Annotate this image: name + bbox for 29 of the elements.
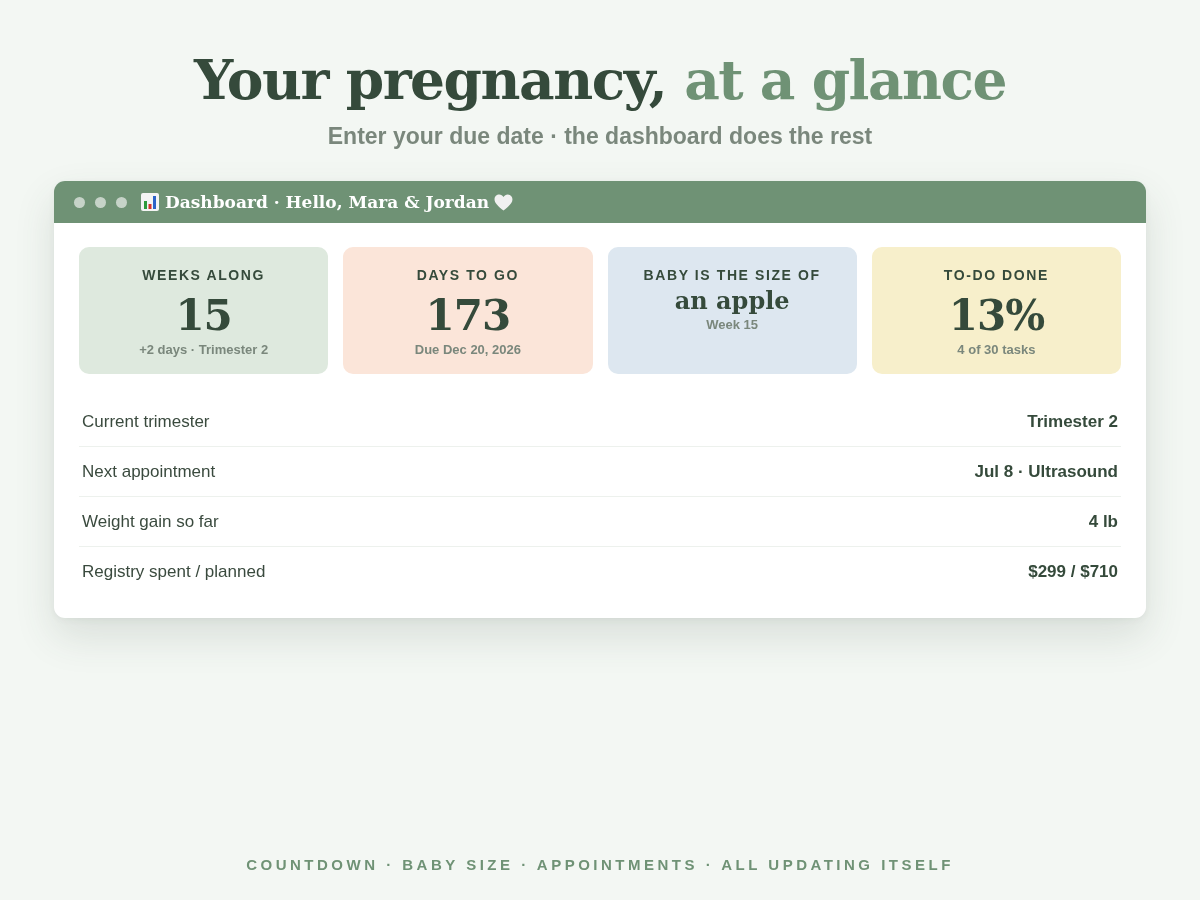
card-label: DAYS TO GO	[416, 266, 520, 284]
row-value: $299 / $710	[1028, 561, 1118, 582]
window-dot-icon	[116, 196, 127, 208]
heart-icon	[494, 193, 514, 211]
row-label: Weight gain so far	[82, 511, 219, 532]
row-value: 4 lb	[1088, 511, 1118, 532]
window-title: Dashboard · Hello, Mara & Jordan	[165, 192, 490, 212]
card-value: 173	[425, 291, 511, 341]
card-note: Due Dec 20, 2026	[414, 342, 521, 358]
row-label: Registry spent / planned	[82, 561, 266, 582]
window-dot-icon	[74, 196, 85, 208]
card-note: +2 days · Trimester 2	[139, 342, 269, 358]
card-note: Week 15	[706, 317, 758, 333]
card-value: 13%	[948, 291, 1045, 341]
card-label: TO-DO DONE	[943, 266, 1049, 284]
card-value: an apple	[674, 286, 790, 316]
row-label: Next appointment	[82, 461, 216, 482]
row-value: Trimester 2	[1027, 411, 1118, 432]
card-value: 15	[175, 291, 232, 341]
page-subtitle: Enter your due date · the dashboard does the rest	[327, 122, 873, 150]
card-label: WEEKS ALONG	[142, 266, 266, 284]
page-title: Your pregnancy, at a glance	[193, 46, 1007, 114]
window-dot-icon	[95, 196, 106, 208]
row-value: Jul 8 · Ultrasound	[974, 461, 1118, 482]
card-label: BABY IS THE SIZE OF	[643, 266, 821, 284]
card-note: 4 of 30 tasks	[957, 342, 1036, 358]
row-label: Current trimester	[82, 411, 210, 432]
bar-chart-icon	[141, 193, 159, 211]
footer-tagline: COUNTDOWN · BABY SIZE · APPOINTMENTS · ALL UPDATING ITSELF	[246, 856, 954, 873]
